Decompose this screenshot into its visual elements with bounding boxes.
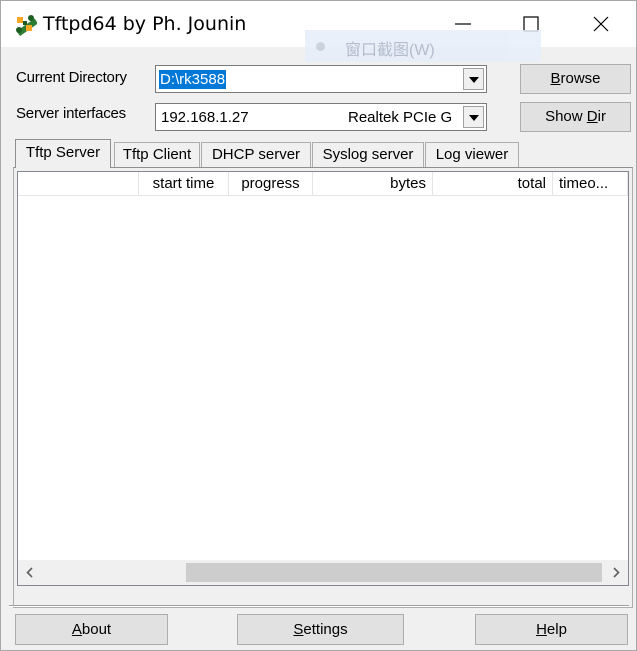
scroll-left-button[interactable]: [18, 560, 42, 585]
column-header-timeout[interactable]: timeo...: [553, 172, 628, 196]
server-interface-ip: 192.168.1.27: [161, 109, 249, 126]
close-icon: [593, 16, 609, 32]
server-interfaces-dropdown-button[interactable]: [463, 106, 484, 128]
column-header-total[interactable]: total: [433, 172, 553, 196]
current-directory-label: Current Directory: [16, 69, 127, 86]
tab-tftp-server[interactable]: Tftp Server: [15, 139, 111, 168]
help-button[interactable]: Help: [475, 614, 628, 645]
horizontal-scrollbar[interactable]: [18, 560, 628, 585]
about-button[interactable]: About: [15, 614, 168, 645]
record-dot-icon: [316, 42, 325, 51]
chevron-left-icon: [26, 567, 33, 578]
chevron-down-icon: [469, 115, 479, 121]
column-header-peer[interactable]: [18, 172, 139, 196]
tab-syslog-server[interactable]: Syslog server: [312, 142, 424, 167]
window-title: Tftpd64 by Ph. Jounin: [43, 13, 247, 35]
column-header-progress[interactable]: progress: [229, 172, 313, 196]
server-interface-name: Realtek PCIe G: [348, 109, 453, 126]
current-directory-combobox[interactable]: D:\rk3588: [155, 65, 487, 93]
tftpd64-window: Tftpd64 by Ph. Jounin 窗口截图(W) Current Di…: [0, 0, 637, 651]
scroll-right-button[interactable]: [604, 560, 628, 585]
transfers-list-header: start time progress bytes total timeo...: [18, 172, 628, 196]
column-header-start-time[interactable]: start time: [139, 172, 229, 196]
browse-button[interactable]: Browse: [520, 64, 631, 94]
server-interfaces-label: Server interfaces: [16, 105, 126, 122]
transfers-list[interactable]: start time progress bytes total timeo...: [17, 171, 629, 586]
window-snip-overlay[interactable]: 窗口截图(W): [305, 30, 541, 62]
tab-tftp-client[interactable]: Tftp Client: [114, 142, 200, 167]
bottom-separator: [9, 605, 629, 607]
current-directory-value[interactable]: D:\rk3588: [159, 70, 227, 89]
main-tab-strip: Tftp Server Tftp Client DHCP server Sysl…: [13, 139, 633, 169]
tab-log-viewer[interactable]: Log viewer: [425, 142, 519, 167]
current-directory-dropdown-button[interactable]: [463, 68, 484, 90]
settings-button[interactable]: Settings: [237, 614, 404, 645]
column-header-bytes[interactable]: bytes: [313, 172, 433, 196]
show-dir-button[interactable]: Show Dir: [520, 102, 631, 132]
tftpd64-app-icon: [13, 12, 39, 37]
tftp-server-panel: start time progress bytes total timeo...: [13, 167, 633, 608]
server-interfaces-combobox[interactable]: 192.168.1.27 Realtek PCIe G: [155, 103, 487, 131]
scrollbar-thumb[interactable]: [186, 563, 602, 582]
close-button[interactable]: [567, 1, 635, 47]
chevron-right-icon: [613, 567, 620, 578]
tab-dhcp-server[interactable]: DHCP server: [201, 142, 311, 167]
chevron-down-icon: [469, 77, 479, 83]
snip-overlay-label: 窗口截图(W): [345, 42, 435, 59]
